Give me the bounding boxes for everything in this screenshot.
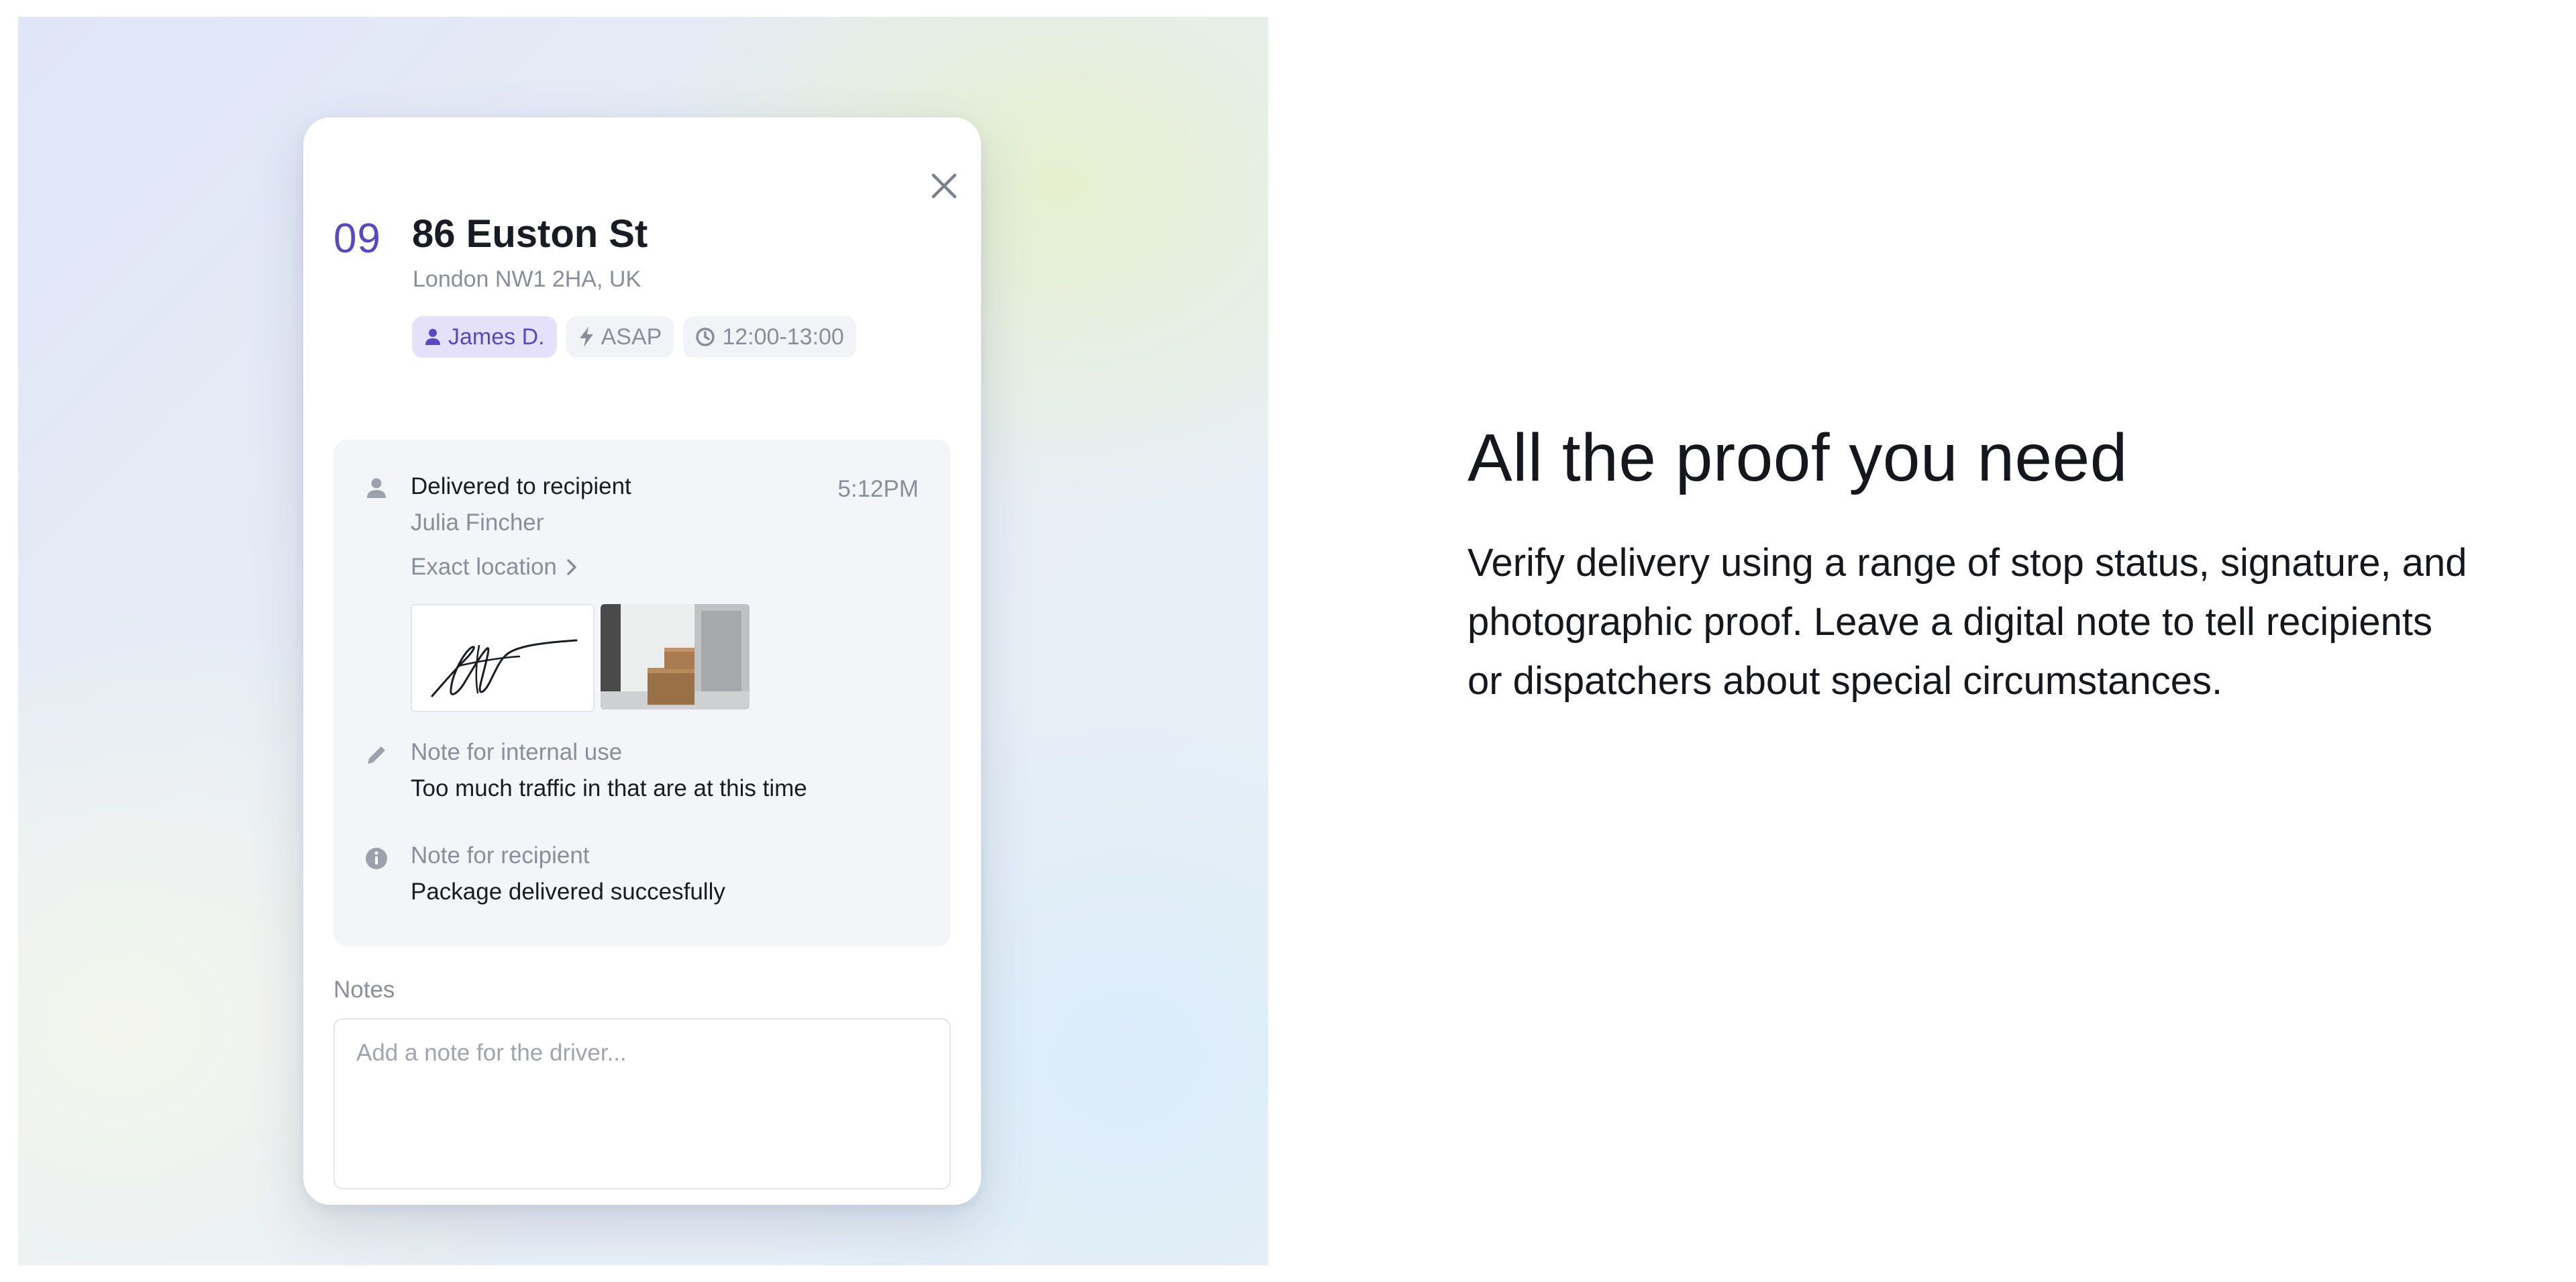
internal-note-text: Too much traffic in that are at this tim… (411, 775, 807, 801)
stop-detail-card: 09 86 Euston St London NW1 2HA, UK James… (303, 117, 981, 1205)
recipient-note-text: Package delivered succesfully (411, 879, 725, 905)
clock-icon (696, 328, 715, 346)
priority-chip: ASAP (566, 316, 674, 358)
driver-chip[interactable]: James D. (412, 316, 557, 358)
close-icon (931, 173, 957, 199)
stop-city: London NW1 2HA, UK (413, 266, 641, 292)
section-description: Verify delivery using a range of stop st… (1467, 541, 2467, 703)
delivery-status: Delivered to recipient (411, 473, 631, 499)
delivery-photo-thumbnail[interactable] (601, 604, 750, 709)
time-window-chip-label: 12:00-13:00 (722, 324, 844, 350)
notes-label: Notes (333, 977, 395, 1003)
pencil-icon (363, 742, 390, 769)
driver-note-input[interactable] (333, 1018, 951, 1189)
close-button[interactable] (923, 164, 966, 207)
stop-chips: James D. ASAP 12:00-13:00 (412, 316, 856, 358)
chevron-right-icon (567, 559, 576, 575)
recipient-note-label: Note for recipient (411, 842, 590, 869)
time-window-chip: 12:00-13:00 (683, 316, 856, 358)
info-icon (363, 845, 390, 872)
stop-address: 86 Euston St (412, 212, 648, 256)
proof-of-delivery-panel: Delivered to recipient 5:12PM Julia Finc… (333, 440, 951, 946)
stop-number: 09 (333, 215, 381, 262)
driver-chip-label: James D. (448, 324, 545, 350)
internal-note-label: Note for internal use (411, 739, 623, 765)
person-icon (363, 475, 390, 501)
delivery-time: 5:12PM (837, 476, 919, 502)
exact-location-link[interactable]: Exact location (411, 554, 577, 581)
recipient-name: Julia Fincher (411, 509, 544, 536)
lightning-icon (579, 327, 593, 347)
priority-chip-label: ASAP (601, 324, 662, 350)
section-headline: All the proof you need (1467, 420, 2128, 495)
exact-location-label: Exact location (411, 554, 557, 580)
hero-background: 09 86 Euston St London NW1 2HA, UK James… (18, 17, 1268, 1265)
person-icon (425, 329, 440, 345)
signature-thumbnail[interactable] (411, 604, 595, 712)
